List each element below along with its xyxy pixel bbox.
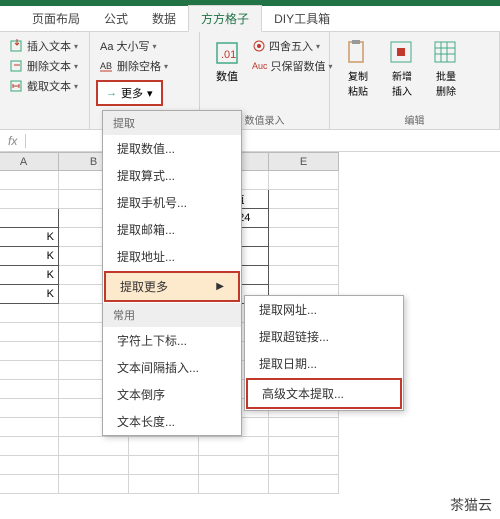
- menu-header-extract: 提取: [103, 111, 241, 135]
- delete-text-button[interactable]: 删除文本▾: [6, 56, 83, 76]
- extract-phone-item[interactable]: 提取手机号...: [103, 189, 241, 216]
- extract-hyperlink-item[interactable]: 提取超链接...: [245, 323, 403, 350]
- extract-email-item[interactable]: 提取邮箱...: [103, 216, 241, 243]
- extract-more-item[interactable]: 提取更多▶: [104, 271, 240, 302]
- clipboard-icon: [345, 40, 371, 66]
- extract-more-submenu: 提取网址... 提取超链接... 提取日期... 高级文本提取...: [244, 295, 404, 411]
- cell-k[interactable]: K: [0, 266, 59, 285]
- fx-icon[interactable]: fx: [8, 134, 26, 148]
- formula-bar[interactable]: fx: [0, 130, 500, 152]
- extract-address-item[interactable]: 提取地址...: [103, 243, 241, 270]
- col-e[interactable]: E: [269, 153, 339, 171]
- svg-text:AB: AB: [100, 61, 112, 71]
- advanced-text-extract-item[interactable]: 高级文本提取...: [246, 378, 402, 409]
- number-icon: .01: [214, 40, 240, 66]
- round-icon: [252, 39, 266, 53]
- delete-space-button[interactable]: AB 删除空格▾: [96, 56, 193, 76]
- col-a[interactable]: A: [0, 153, 59, 171]
- tab-data[interactable]: 数据: [140, 6, 188, 31]
- number-button[interactable]: .01 数值: [206, 36, 248, 88]
- chevron-right-icon: ▶: [216, 281, 224, 292]
- cell-k[interactable]: K: [0, 247, 59, 266]
- copy-paste-button[interactable]: 复制粘贴: [336, 36, 380, 102]
- extract-number-item[interactable]: 提取数值...: [103, 135, 241, 162]
- text-interval-item[interactable]: 文本间隔插入...: [103, 354, 241, 381]
- cut-text-button[interactable]: 截取文本▾: [6, 76, 83, 96]
- menu-header-common: 常用: [103, 303, 241, 327]
- svg-text:.01: .01: [221, 49, 236, 61]
- tab-fanggezi[interactable]: 方方格子: [188, 5, 262, 32]
- text-length-item[interactable]: 文本长度...: [103, 408, 241, 435]
- new-insert-button[interactable]: 新增插入: [380, 36, 424, 102]
- insert-text-button[interactable]: 插入文本▾: [6, 36, 83, 56]
- ribbon: 插入文本▾ 删除文本▾ 截取文本▾ Aa 大小写▾ AB 删除空格▾ → 更多▾…: [0, 32, 500, 130]
- group-label-edit: 编辑: [336, 110, 493, 129]
- delete-space-icon: AB: [100, 59, 114, 73]
- cut-text-icon: [10, 79, 24, 93]
- more-button[interactable]: → 更多▾: [96, 80, 163, 106]
- text-reverse-item[interactable]: 文本倒序: [103, 381, 241, 408]
- grid-delete-icon: [433, 40, 459, 66]
- cell-k[interactable]: K: [0, 285, 59, 304]
- delete-text-icon: [10, 59, 24, 73]
- watermark: 茶猫云: [450, 495, 492, 515]
- batch-delete-button[interactable]: 批量删除: [424, 36, 468, 102]
- ribbon-tabs: 页面布局 公式 数据 方方格子 DIY工具箱: [0, 6, 500, 32]
- extract-formula-item[interactable]: 提取算式...: [103, 162, 241, 189]
- cell-k[interactable]: K: [0, 228, 59, 247]
- subscript-item[interactable]: 字符上下标...: [103, 327, 241, 354]
- extract-url-item[interactable]: 提取网址...: [245, 296, 403, 323]
- tab-diy[interactable]: DIY工具箱: [262, 6, 342, 31]
- tab-page-layout[interactable]: 页面布局: [20, 6, 92, 31]
- tab-formula[interactable]: 公式: [92, 6, 140, 31]
- keep-number-button[interactable]: Auc 只保留数值▾: [248, 56, 337, 76]
- extract-menu: 提取 提取数值... 提取算式... 提取手机号... 提取邮箱... 提取地址…: [102, 110, 242, 436]
- insert-icon: [389, 40, 415, 66]
- case-button[interactable]: Aa 大小写▾: [96, 36, 193, 56]
- round-button[interactable]: 四舍五入▾: [248, 36, 337, 56]
- extract-date-item[interactable]: 提取日期...: [245, 350, 403, 377]
- insert-text-icon: [10, 39, 24, 53]
